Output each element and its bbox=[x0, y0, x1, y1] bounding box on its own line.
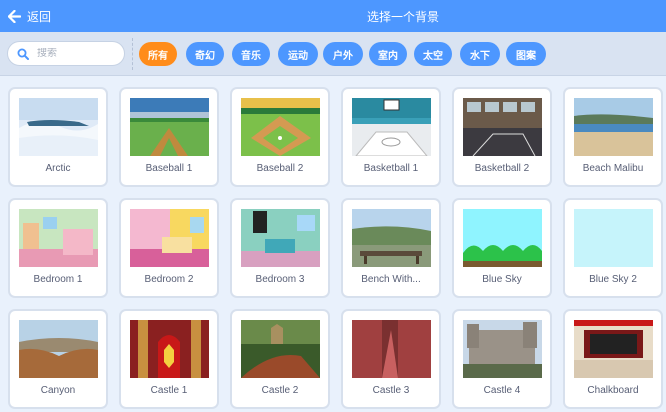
backdrop-thumbnail bbox=[463, 320, 542, 378]
backdrop-card[interactable]: Arctic bbox=[8, 87, 108, 187]
backdrop-card[interactable]: Baseball 1 bbox=[119, 87, 219, 187]
backdrop-label: Basketball 1 bbox=[363, 163, 419, 174]
tag-1[interactable]: 奇幻 bbox=[186, 42, 224, 66]
backdrop-card[interactable]: Baseball 2 bbox=[230, 87, 330, 187]
backdrop-label: Beach Malibu bbox=[582, 163, 644, 174]
backdrop-card[interactable]: Canyon bbox=[8, 309, 108, 409]
tag-6[interactable]: 太空 bbox=[414, 42, 452, 66]
search-input[interactable] bbox=[37, 48, 107, 59]
backdrop-thumbnail bbox=[352, 209, 431, 267]
backdrop-thumbnail bbox=[19, 320, 98, 378]
backdrop-thumbnail bbox=[352, 320, 431, 378]
tag-4[interactable]: 户外 bbox=[323, 42, 363, 66]
backdrop-thumbnail bbox=[130, 320, 209, 378]
backdrop-card[interactable]: Basketball 2 bbox=[452, 87, 552, 187]
backdrop-thumbnail bbox=[463, 98, 542, 156]
tag-8[interactable]: 图案 bbox=[506, 42, 546, 66]
backdrop-thumbnail bbox=[574, 98, 653, 156]
backdrop-label: Blue Sky bbox=[482, 274, 522, 285]
backdrop-label: Canyon bbox=[40, 385, 76, 396]
filter-bar: 所有奇幻音乐运动户外室内太空水下图案 bbox=[0, 32, 666, 76]
backdrop-card[interactable]: Castle 3 bbox=[341, 309, 441, 409]
backdrop-thumbnail bbox=[241, 209, 320, 267]
backdrop-card[interactable]: Castle 1 bbox=[119, 309, 219, 409]
backdrop-label: Castle 4 bbox=[483, 385, 521, 396]
backdrop-grid: Arctic Baseball 1 Baseball 2 Basketball 1 Ba… bbox=[0, 77, 666, 412]
tag-0[interactable]: 所有 bbox=[139, 42, 177, 66]
backdrop-card[interactable]: Blue Sky 2 bbox=[563, 198, 663, 298]
page-title: 选择一个背景 bbox=[366, 10, 439, 24]
backdrop-card[interactable]: Bedroom 2 bbox=[119, 198, 219, 298]
backdrop-label: Castle 2 bbox=[261, 385, 299, 396]
backdrop-thumbnail bbox=[574, 209, 653, 267]
backdrop-label: Blue Sky 2 bbox=[589, 274, 637, 285]
backdrop-label: Arctic bbox=[45, 163, 71, 174]
backdrop-label: Baseball 1 bbox=[145, 163, 193, 174]
backdrop-card[interactable]: Castle 2 bbox=[230, 309, 330, 409]
backdrop-thumbnail bbox=[19, 209, 98, 267]
search-box[interactable] bbox=[7, 41, 125, 66]
backdrop-thumbnail bbox=[130, 98, 209, 156]
backdrop-label: Castle 3 bbox=[372, 385, 410, 396]
backdrop-thumbnail bbox=[241, 320, 320, 378]
backdrop-card[interactable]: Bench With... bbox=[341, 198, 441, 298]
backdrop-card[interactable]: Bedroom 3 bbox=[230, 198, 330, 298]
backdrop-card[interactable]: Blue Sky bbox=[452, 198, 552, 298]
backdrop-card[interactable]: Beach Malibu bbox=[563, 87, 663, 187]
backdrop-label: Basketball 2 bbox=[474, 163, 530, 174]
backdrop-card[interactable]: Bedroom 1 bbox=[8, 198, 108, 298]
backdrop-label: Castle 1 bbox=[150, 385, 188, 396]
tag-3[interactable]: 运动 bbox=[278, 42, 318, 66]
backdrop-thumbnail bbox=[19, 98, 98, 156]
backdrop-thumbnail bbox=[241, 98, 320, 156]
backdrop-thumbnail bbox=[352, 98, 431, 156]
backdrop-thumbnail bbox=[130, 209, 209, 267]
backdrop-label: Bedroom 2 bbox=[144, 274, 194, 285]
backdrop-label: Chalkboard bbox=[587, 385, 639, 396]
backdrop-thumbnail bbox=[463, 209, 542, 267]
backdrop-label: Bench With... bbox=[361, 274, 421, 285]
backdrop-card[interactable]: Castle 4 bbox=[452, 309, 552, 409]
backdrop-label: Baseball 2 bbox=[256, 163, 304, 174]
tag-5[interactable]: 室内 bbox=[369, 42, 407, 66]
backdrop-label: Bedroom 3 bbox=[255, 274, 305, 285]
backdrop-thumbnail bbox=[574, 320, 653, 378]
backdrop-label: Bedroom 1 bbox=[33, 274, 83, 285]
header-bar: 返回 选择一个背景 bbox=[0, 0, 666, 32]
tag-2[interactable]: 音乐 bbox=[232, 42, 270, 66]
tag-7[interactable]: 水下 bbox=[460, 42, 500, 66]
divider bbox=[132, 38, 133, 70]
backdrop-card[interactable]: Basketball 1 bbox=[341, 87, 441, 187]
search-icon bbox=[17, 48, 29, 60]
backdrop-card[interactable]: Chalkboard bbox=[563, 309, 663, 409]
